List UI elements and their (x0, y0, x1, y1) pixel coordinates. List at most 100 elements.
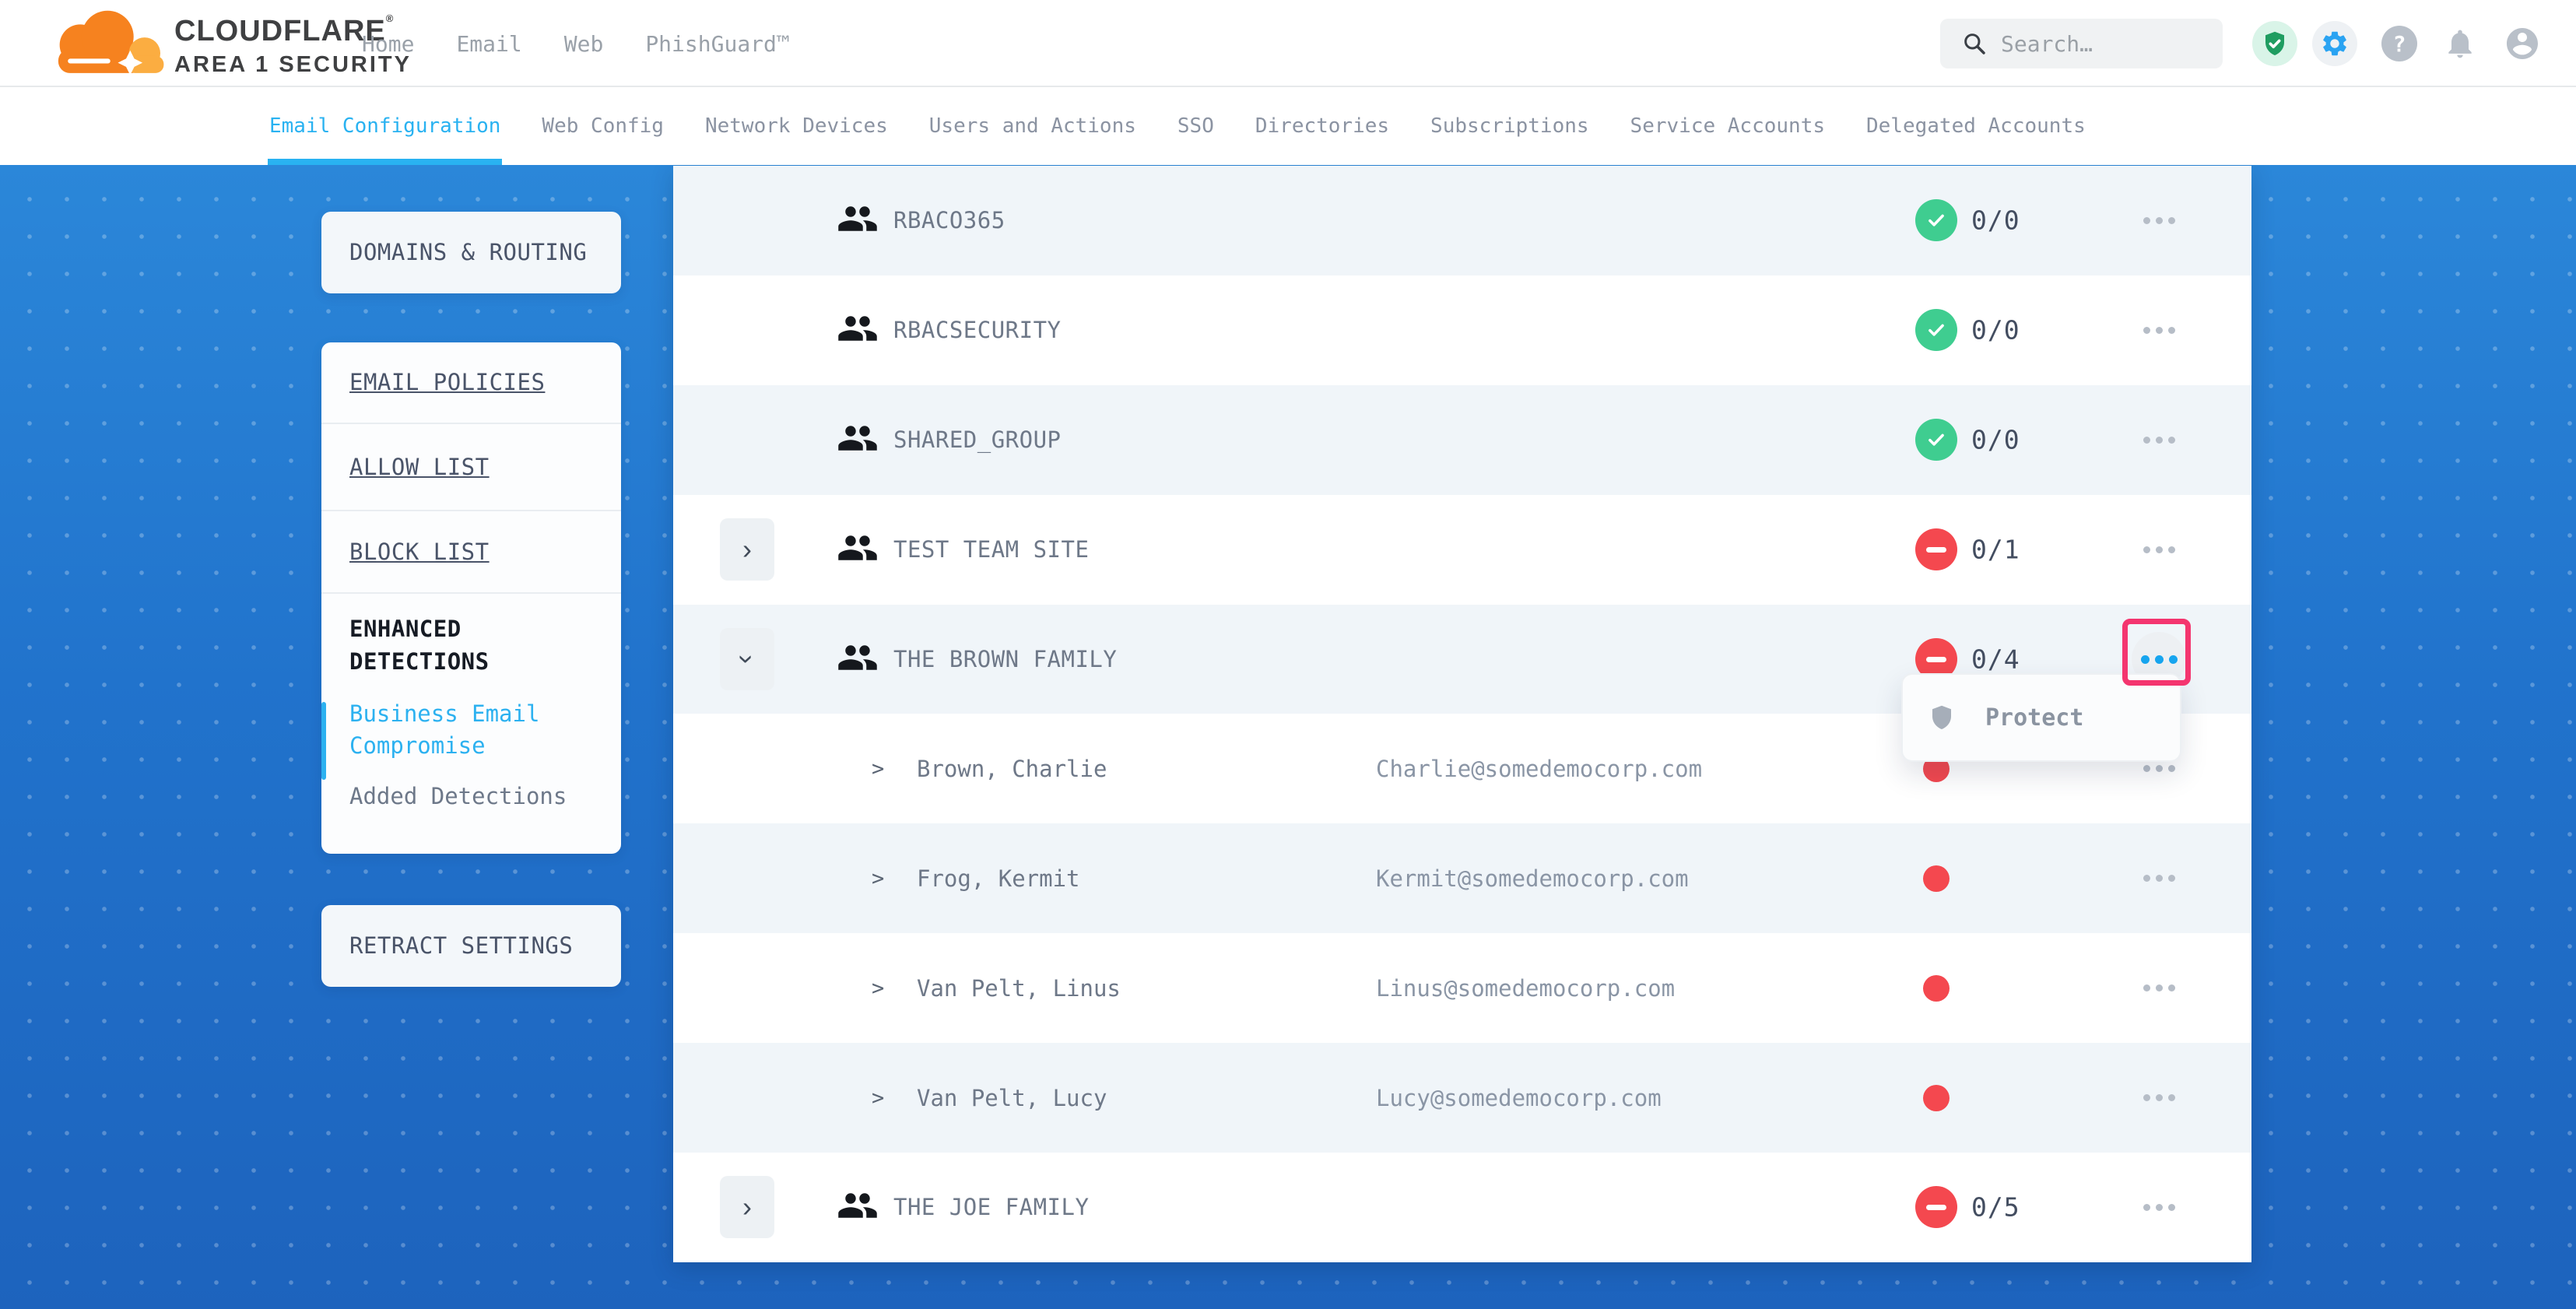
search-box (1940, 19, 2223, 68)
group-icon (837, 307, 879, 353)
table-row: SHARED_GROUP 0/0 (673, 385, 2251, 495)
group-name: SHARED_GROUP (893, 426, 1062, 453)
menu-item-protect[interactable]: Protect (1985, 704, 2083, 732)
row-menu-button[interactable] (2132, 961, 2186, 1016)
status-dot-icon (1923, 975, 1950, 1002)
sidebar-item-block-list[interactable]: BLOCK LIST (321, 511, 621, 594)
nav-web[interactable]: Web (564, 31, 604, 57)
member-email: Linus@somedemocorp.com (1376, 975, 1675, 1002)
tab-delegated-accounts[interactable]: Delegated Accounts (1866, 87, 2086, 165)
sidebar-item-added-detections[interactable]: Added Detections (349, 783, 599, 809)
top-nav: Home Email Web PhishGuard™ (362, 0, 790, 87)
row-menu-button[interactable] (2132, 1180, 2186, 1234)
tab-sso[interactable]: SSO (1177, 87, 1214, 165)
group-name: RBACSECURITY (893, 317, 1062, 343)
sidebar-item-email-policies[interactable]: EMAIL POLICIES (321, 342, 621, 424)
tab-network-devices[interactable]: Network Devices (705, 87, 888, 165)
member-name: Van Pelt, Linus (917, 975, 1121, 1002)
protected-count: 0/0 (1971, 425, 2020, 455)
protected-count: 0/0 (1971, 315, 2020, 346)
nav-phishguard[interactable]: PhishGuard™ (645, 31, 789, 57)
chevron-right-icon (742, 535, 752, 563)
brand-name: CLOUDFLARE (174, 15, 386, 47)
row-menu-button[interactable] (2132, 522, 2186, 577)
table-row: Frog, Kermit Kermit@somedemocorp.com (673, 823, 2251, 933)
table-row: THE JOE FAMILY 0/5 (673, 1153, 2251, 1262)
nav-email[interactable]: Email (456, 31, 521, 57)
group-icon (837, 417, 879, 462)
shield-icon (1928, 704, 1956, 732)
search-icon (1962, 31, 1987, 56)
group-icon (837, 1184, 879, 1230)
member-name: Frog, Kermit (917, 865, 1080, 892)
status-check-icon (1915, 419, 1957, 461)
protected-count: 0/1 (1971, 535, 2020, 565)
row-menu-button[interactable] (2132, 193, 2186, 247)
gear-icon[interactable] (2312, 21, 2357, 66)
cloudflare-logo-icon (40, 9, 177, 78)
group-name: THE BROWN FAMILY (893, 646, 1117, 672)
account-icon[interactable] (2500, 21, 2545, 66)
group-name: THE JOE FAMILY (893, 1194, 1089, 1220)
sidebar-item-business-email-compromise[interactable]: Business Email Compromise (349, 698, 599, 762)
enhanced-detections-title: ENHANCED DETECTIONS (349, 612, 599, 678)
chevron-right-icon (872, 866, 884, 890)
chevron-right-icon (872, 756, 884, 781)
shield-check-icon[interactable] (2252, 21, 2297, 66)
active-item-indicator (321, 702, 326, 780)
tab-service-accounts[interactable]: Service Accounts (1630, 87, 1825, 165)
member-email: Kermit@somedemocorp.com (1376, 865, 1689, 892)
tab-users-and-actions[interactable]: Users and Actions (929, 87, 1136, 165)
status-check-icon (1915, 309, 1957, 351)
bell-icon[interactable] (2437, 21, 2483, 66)
annotation-highlight-box (2122, 619, 2191, 686)
table-row: Van Pelt, Lucy Lucy@somedemocorp.com (673, 1043, 2251, 1153)
row-menu-button[interactable] (2132, 1071, 2186, 1125)
sidebar-email-policies-card: EMAIL POLICIES ALLOW LIST BLOCK LIST ENH… (321, 342, 621, 854)
group-name: TEST TEAM SITE (893, 536, 1089, 563)
group-name: RBACO365 (893, 207, 1005, 233)
section-tabs: Email Configuration Web Config Network D… (0, 87, 2576, 165)
chevron-down-icon (733, 654, 761, 664)
sidebar-label: RETRACT SETTINGS (321, 905, 621, 987)
nav-home[interactable]: Home (362, 31, 414, 57)
status-dot-icon (1923, 1085, 1950, 1111)
expand-group-button[interactable] (720, 1176, 774, 1238)
status-minus-icon (1915, 528, 1957, 570)
chevron-right-icon (872, 1086, 884, 1110)
sidebar-label: DOMAINS & ROUTING (321, 212, 621, 293)
help-icon[interactable] (2377, 21, 2422, 66)
tab-subscriptions[interactable]: Subscriptions (1430, 87, 1589, 165)
status-dot-icon (1923, 865, 1950, 892)
tab-web-config[interactable]: Web Config (542, 87, 664, 165)
expand-group-button[interactable] (720, 518, 774, 581)
sidebar-item-allow-list[interactable]: ALLOW LIST (321, 424, 621, 511)
sidebar-item-retract-settings[interactable]: RETRACT SETTINGS (321, 905, 621, 987)
tab-directories[interactable]: Directories (1255, 87, 1389, 165)
chevron-right-icon (742, 1193, 752, 1221)
app-header: CLOUDFLARE® AREA 1 SECURITY Home Email W… (0, 0, 2576, 87)
tab-email-configuration[interactable]: Email Configuration (269, 87, 500, 165)
table-row: TEST TEAM SITE 0/1 (673, 495, 2251, 605)
table-row: Van Pelt, Linus Linus@somedemocorp.com (673, 933, 2251, 1043)
sidebar-section-enhanced-detections: ENHANCED DETECTIONS Business Email Compr… (321, 594, 621, 809)
row-menu-button[interactable] (2132, 412, 2186, 467)
sidebar-item-domains-routing[interactable]: DOMAINS & ROUTING (321, 212, 621, 293)
protected-count: 0/4 (1971, 644, 2020, 675)
status-minus-icon (1915, 1186, 1957, 1228)
protected-count: 0/5 (1971, 1192, 2020, 1223)
group-icon (837, 198, 879, 243)
row-menu-button[interactable] (2132, 851, 2186, 906)
table-row: RBACO365 0/0 (673, 166, 2251, 275)
chevron-right-icon (872, 976, 884, 1000)
status-check-icon (1915, 199, 1957, 241)
collapse-group-button[interactable] (720, 628, 774, 690)
row-menu-button[interactable] (2132, 303, 2186, 357)
search-input[interactable] (2001, 31, 2211, 57)
member-email: Lucy@somedemocorp.com (1376, 1085, 1662, 1111)
member-email: Charlie@somedemocorp.com (1376, 756, 1702, 782)
member-name: Brown, Charlie (917, 756, 1107, 782)
member-name: Van Pelt, Lucy (917, 1085, 1107, 1111)
group-icon (837, 527, 879, 572)
group-icon (837, 637, 879, 682)
